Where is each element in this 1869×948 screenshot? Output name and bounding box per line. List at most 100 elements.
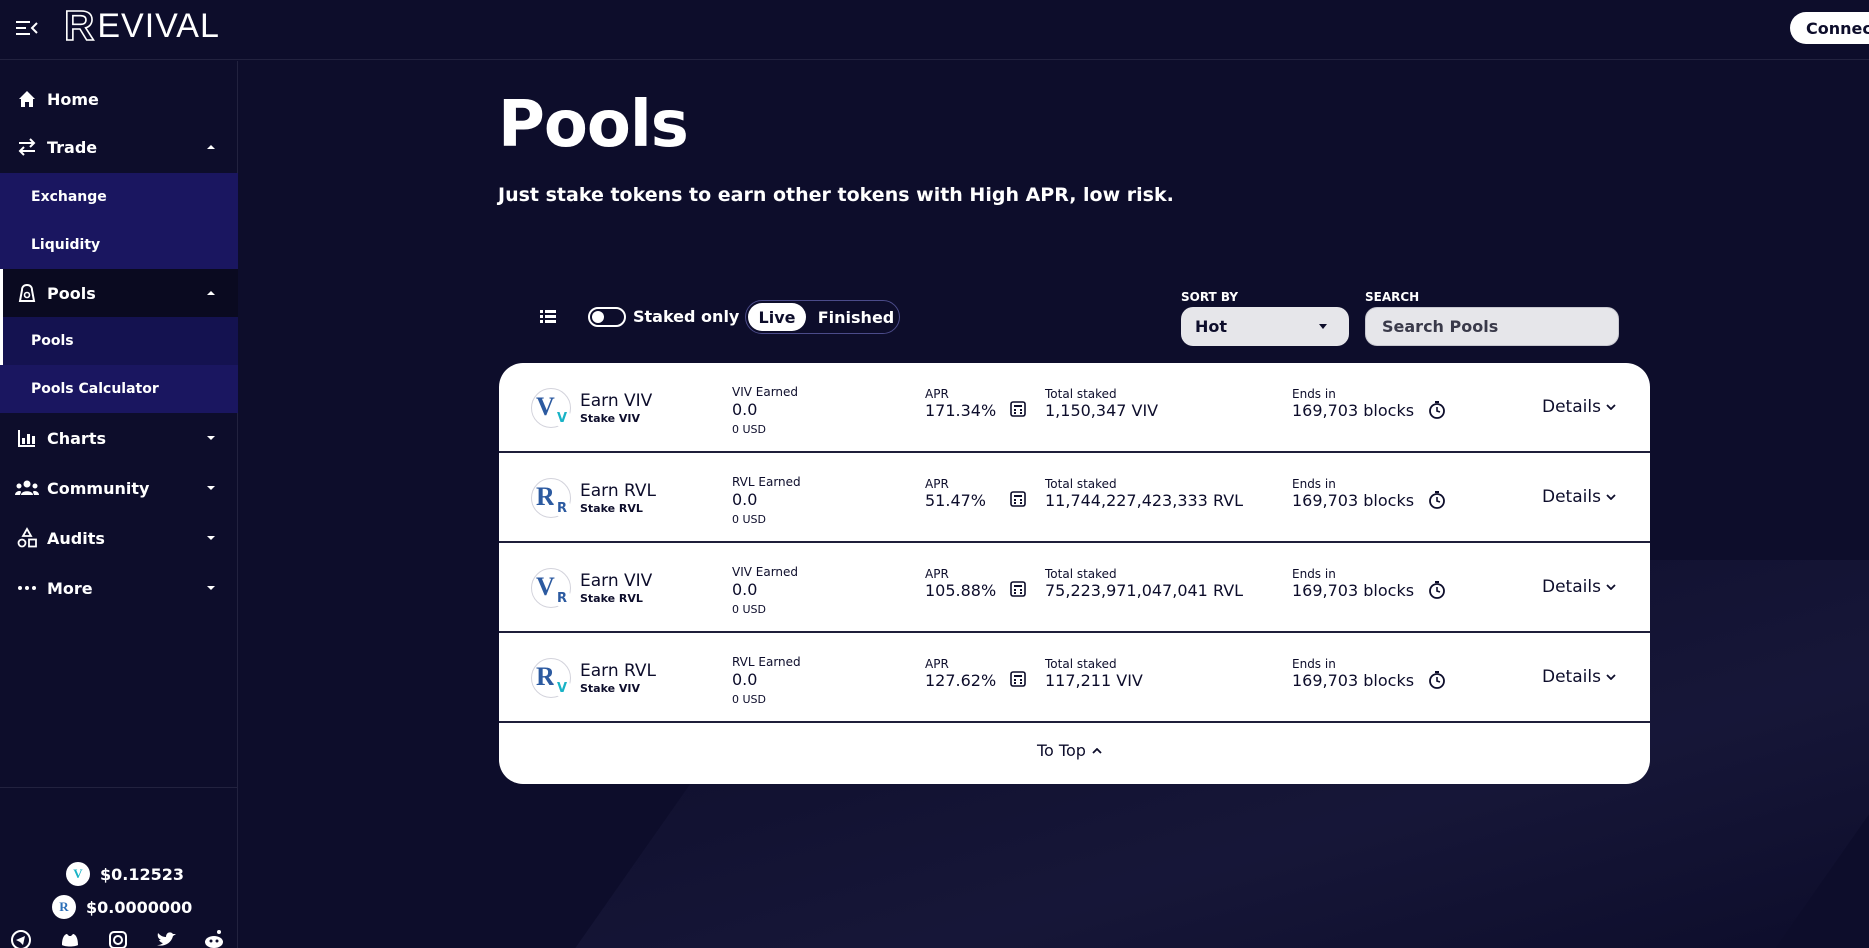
calculator-icon[interactable]	[1010, 581, 1026, 597]
list-view-icon[interactable]	[538, 308, 558, 324]
apr-value: 105.88%	[925, 581, 997, 600]
revival-logo[interactable]: R EVIVAL	[63, 1, 220, 50]
nav-home[interactable]: Home	[0, 75, 238, 123]
details-label: Details	[1542, 577, 1601, 597]
nav-trade-label: Trade	[47, 137, 98, 157]
logo-text: EVIVAL	[97, 6, 220, 45]
home-icon	[19, 91, 35, 107]
ends-in-value: 169,703 blocks	[1292, 491, 1415, 510]
viv-viv-pair-icon: V V	[531, 388, 571, 428]
nav-pools[interactable]: Pools	[0, 269, 238, 317]
calculator-icon[interactable]	[1010, 671, 1026, 687]
nav-liquidity[interactable]: Liquidity	[0, 221, 238, 269]
more-dots-icon	[18, 586, 36, 590]
nav-exchange-label: Exchange	[31, 189, 107, 205]
pool-earn-title: Earn VIV	[580, 391, 653, 411]
pair-icon-stake-badge: V	[553, 409, 571, 427]
ends-in-label: Ends in	[1292, 567, 1336, 581]
bar-chart-icon	[18, 430, 35, 447]
nav-pools-calculator-label: Pools Calculator	[31, 381, 159, 397]
nav-charts-label: Charts	[47, 428, 106, 448]
nav-community-label: Community	[47, 478, 150, 498]
nav-audits[interactable]: Audits	[0, 514, 238, 562]
menu-collapse-icon[interactable]	[16, 19, 38, 37]
stopwatch-icon[interactable]	[1428, 670, 1446, 690]
viv-price[interactable]: V $0.12523	[66, 862, 184, 886]
nav-pools-sub[interactable]: Pools	[0, 317, 238, 365]
pool-stake-subtitle: Stake VIV	[580, 412, 641, 425]
total-staked-value: 1,150,347 VIV	[1045, 401, 1159, 420]
reddit-icon[interactable]	[203, 929, 225, 948]
total-staked-label: Total staked	[1045, 477, 1117, 491]
pair-icon-stake-badge: V	[553, 679, 571, 697]
pool-row[interactable]: V R Earn VIV Stake RVL VIV Earned 0.0 0 …	[499, 543, 1650, 633]
logo-initial: R	[63, 1, 96, 50]
total-staked-value: 75,223,971,047,041 RVL	[1045, 581, 1244, 600]
details-button[interactable]: Details	[1542, 487, 1616, 507]
pool-earn-title: Earn RVL	[580, 661, 657, 681]
stopwatch-icon[interactable]	[1428, 490, 1446, 510]
earned-value: 0.0	[732, 490, 758, 509]
twitter-icon[interactable]	[155, 929, 177, 948]
finished-tab[interactable]: Finished	[814, 303, 898, 331]
apr-value: 127.62%	[925, 671, 997, 690]
details-label: Details	[1542, 487, 1601, 507]
community-users-icon	[15, 480, 39, 495]
ends-in-label: Ends in	[1292, 477, 1336, 491]
swap-arrows-icon	[18, 138, 36, 156]
connect-wallet-button[interactable]: Connect	[1790, 12, 1869, 44]
to-top-button[interactable]: To Top	[1037, 741, 1102, 760]
page-title: Pools	[498, 88, 689, 162]
details-button[interactable]: Details	[1542, 577, 1616, 597]
earned-value: 0.0	[732, 580, 758, 599]
apr-label: APR	[925, 387, 949, 401]
chevron-down-icon	[1606, 674, 1616, 680]
details-button[interactable]: Details	[1542, 667, 1616, 687]
nav-charts[interactable]: Charts	[0, 414, 238, 462]
chevron-down-icon	[1606, 494, 1616, 500]
earned-label: RVL Earned	[732, 475, 801, 489]
nav-more[interactable]: More	[0, 564, 238, 612]
telegram-icon[interactable]	[10, 929, 32, 948]
sort-by-select[interactable]: Hot	[1181, 307, 1349, 346]
staked-only-toggle[interactable]	[588, 307, 626, 327]
rvl-viv-pair-icon: R V	[531, 658, 571, 698]
caret-down-icon	[207, 586, 215, 590]
live-tab[interactable]: Live	[748, 303, 806, 331]
stopwatch-icon[interactable]	[1428, 400, 1446, 420]
calculator-icon[interactable]	[1010, 491, 1026, 507]
earned-usd: 0 USD	[732, 603, 766, 616]
nav-community[interactable]: Community	[0, 464, 238, 512]
apr-value: 171.34%	[925, 401, 997, 420]
pair-icon-earn-letter: R	[536, 482, 555, 511]
shapes-icon	[17, 527, 37, 548]
earned-value: 0.0	[732, 670, 758, 689]
pair-icon-earn-letter: R	[536, 662, 555, 691]
calculator-icon[interactable]	[1010, 401, 1026, 417]
caret-up-icon	[207, 145, 215, 149]
discord-icon[interactable]	[59, 929, 81, 948]
pool-stake-subtitle: Stake RVL	[580, 592, 643, 605]
caret-up-icon	[207, 291, 215, 295]
nav-trade[interactable]: Trade	[0, 123, 238, 171]
apr-label: APR	[925, 657, 949, 671]
search-pools-input[interactable]	[1365, 307, 1619, 346]
nav-pools-sub-label: Pools	[31, 333, 74, 349]
instagram-icon[interactable]	[107, 929, 129, 948]
earned-usd: 0 USD	[732, 423, 766, 436]
viv-token-icon: V	[66, 862, 90, 886]
rvl-price[interactable]: R $0.0000000	[52, 895, 192, 919]
pool-row[interactable]: R V Earn RVL Stake VIV RVL Earned 0.0 0 …	[499, 633, 1650, 723]
earned-label: VIV Earned	[732, 385, 799, 399]
nav-pools-calculator[interactable]: Pools Calculator	[0, 365, 238, 413]
page-subtitle: Just stake tokens to earn other tokens w…	[498, 184, 1174, 206]
total-staked-value: 117,211 VIV	[1045, 671, 1143, 690]
pool-row[interactable]: V V Earn VIV Stake VIV VIV Earned 0.0 0 …	[499, 363, 1650, 453]
nav-pools-label: Pools	[47, 283, 96, 303]
nav-exchange[interactable]: Exchange	[0, 173, 238, 221]
details-button[interactable]: Details	[1542, 397, 1616, 417]
earned-usd: 0 USD	[732, 513, 766, 526]
pair-icon-stake-badge: R	[553, 499, 571, 517]
pool-row[interactable]: R R Earn RVL Stake RVL RVL Earned 0.0 0 …	[499, 453, 1650, 543]
stopwatch-icon[interactable]	[1428, 580, 1446, 600]
